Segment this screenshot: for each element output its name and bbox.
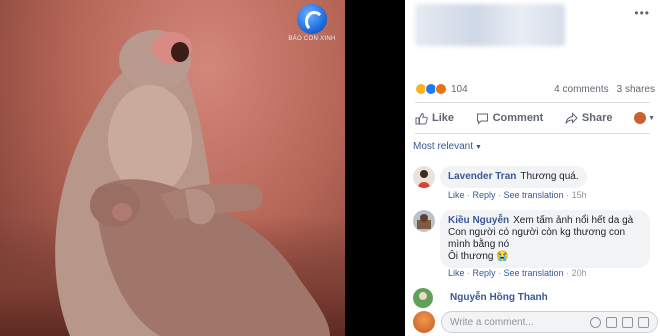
comment-item: Kiều Nguyễn Xem tấm ảnh nổi hết da gà Con… — [413, 210, 658, 282]
reactions-summary: 104 4 comments 3 shares — [415, 81, 655, 97]
commenter-name[interactable]: Lavender Tran — [448, 171, 516, 182]
thumbs-up-icon — [415, 112, 428, 124]
blurred-post-header — [415, 4, 565, 46]
globe-logo-icon — [297, 4, 327, 34]
post-photo[interactable]: BÁO CON XINH — [0, 0, 345, 336]
sort-label: Most relevant — [413, 141, 474, 152]
comments-count-link[interactable]: 4 comments — [554, 84, 608, 95]
comment-icon — [476, 113, 488, 125]
more-dots-icon[interactable]: ••• — [634, 6, 650, 20]
like-button[interactable]: Like — [415, 112, 454, 125]
comment-reply-link[interactable]: Reply — [473, 268, 496, 278]
avatar[interactable] — [413, 166, 435, 188]
divider — [415, 102, 650, 103]
comment-bubble: Lavender Tran Thương quá. — [440, 166, 587, 188]
divider — [415, 133, 650, 134]
shares-count-link[interactable]: 3 shares — [617, 84, 655, 95]
comment-text-line-1: Xem tấm ảnh nổi hết da gà — [513, 215, 634, 226]
comment-meta: Like · Reply · See translation · 20h — [448, 268, 587, 278]
comment-time: 20h — [571, 268, 587, 278]
chevron-down-icon: ▼ — [648, 114, 655, 122]
post-as-selector[interactable]: ▼ — [634, 112, 655, 124]
comment-label: Comment — [492, 112, 544, 124]
gif-icon[interactable] — [622, 316, 633, 328]
monkey-illustration — [55, 30, 330, 336]
comment-button[interactable]: Comment — [476, 112, 544, 125]
commenter-name[interactable]: Kiều Nguyễn — [448, 215, 509, 226]
comment-input-icons — [590, 316, 649, 328]
see-translation-link[interactable]: See translation — [504, 190, 564, 200]
sticker-icon[interactable] — [638, 316, 649, 328]
comment-input[interactable]: Write a comment... — [441, 311, 658, 333]
comment-bubble: Kiều Nguyễn Xem tấm ảnh nổi hết da gà Con… — [440, 210, 650, 268]
avatar — [634, 112, 647, 124]
emoji-icon[interactable] — [590, 316, 601, 328]
avatar[interactable] — [413, 288, 433, 308]
comment-like-link[interactable]: Like — [448, 268, 465, 278]
post-actions: Like Comment Share ▼ — [415, 106, 655, 130]
caret-down-icon: ▼ — [475, 144, 482, 151]
post-stats: 4 comments 3 shares — [554, 84, 655, 95]
angry-reaction-icon[interactable] — [435, 83, 447, 95]
reaction-count[interactable]: 104 — [451, 84, 468, 95]
commenter-name[interactable]: Nguyễn Hồng Thanh — [450, 292, 548, 303]
comment-text-line-4: Ôi thương 😭 — [448, 251, 509, 262]
share-button[interactable]: Share — [565, 111, 613, 125]
site-logo: BÁO CON XINH — [288, 4, 336, 50]
like-label: Like — [432, 112, 455, 124]
avatar[interactable] — [413, 210, 435, 232]
comment-time: 15h — [571, 190, 587, 200]
comment-meta: Like · Reply · See translation · 15h — [448, 190, 587, 200]
logo-watermark: BÁO CON XINH — [288, 36, 336, 42]
comment-text-line-2: Con người có người còn kg thương con — [448, 227, 626, 238]
avatar — [413, 311, 435, 333]
comment-text-line-3: mình bằng nó — [448, 239, 510, 250]
comment-like-link[interactable]: Like — [448, 190, 465, 200]
comment-text: Thương quá. — [520, 171, 579, 182]
comment-sort-dropdown[interactable]: Most relevant ▼ — [413, 141, 482, 152]
comment-item: Nguyễn Hồng Thanh — [413, 288, 658, 308]
camera-icon[interactable] — [606, 316, 617, 328]
comment-input-placeholder: Write a comment... — [450, 316, 534, 328]
see-translation-link[interactable]: See translation — [504, 268, 564, 278]
comment-item: Lavender Tran Thương quá. Like · Reply · … — [413, 166, 658, 200]
comment-reply-link[interactable]: Reply — [473, 190, 496, 200]
share-label: Share — [581, 112, 613, 124]
post-sidebar: ••• 104 4 comments 3 shares Like Comment — [405, 0, 660, 336]
write-comment-bar: Write a comment... — [413, 310, 658, 334]
share-icon — [565, 111, 578, 124]
